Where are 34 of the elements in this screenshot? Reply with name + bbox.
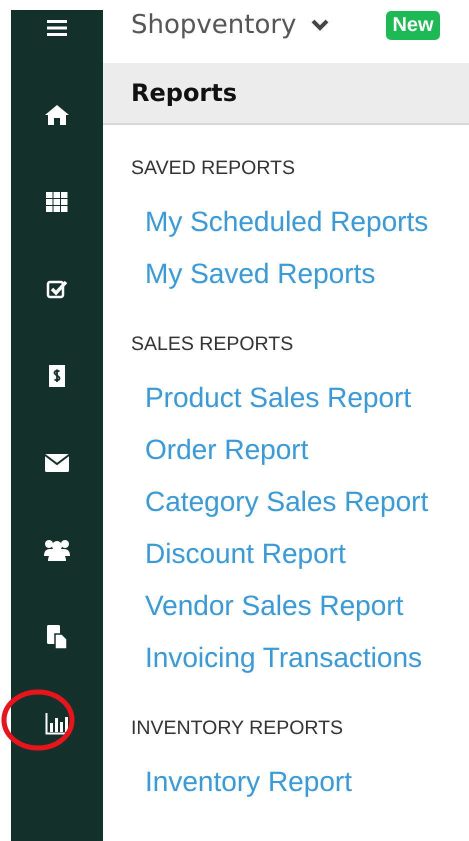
home-icon — [44, 104, 70, 126]
nav-button[interactable] — [44, 452, 70, 472]
nav-button[interactable] — [46, 278, 68, 298]
nav-button[interactable] — [46, 18, 68, 38]
receipt-icon — [48, 364, 66, 388]
envelope-icon — [44, 452, 70, 472]
documents-icon — [46, 624, 68, 650]
nav-button[interactable] — [46, 624, 68, 650]
nav-button[interactable] — [44, 104, 70, 126]
report-link[interactable]: Category Sales Report — [145, 476, 428, 528]
chevron-down-icon — [310, 18, 330, 32]
page-title: Reports — [131, 78, 238, 107]
nav-button[interactable] — [45, 712, 69, 734]
nav-button[interactable] — [46, 192, 68, 212]
store-selector[interactable]: Shopventory — [131, 10, 330, 40]
report-link[interactable]: Vendor Sales Report — [145, 580, 404, 632]
section-heading: INVENTORY REPORTS — [131, 717, 344, 740]
report-link[interactable]: Invoicing Transactions — [145, 632, 422, 684]
nav-button[interactable] — [43, 538, 71, 562]
report-link[interactable]: Order Report — [145, 424, 308, 476]
report-link[interactable]: Discount Report — [145, 528, 346, 580]
report-link[interactable]: Inventory Report — [145, 756, 352, 808]
report-link[interactable]: Product Sales Report — [145, 372, 412, 424]
report-link[interactable]: My Scheduled Reports — [145, 196, 428, 248]
grid-icon — [46, 192, 68, 212]
new-badge: New — [386, 10, 440, 40]
users-icon — [43, 538, 71, 562]
nav-button[interactable] — [48, 364, 66, 388]
section-heading: SALES REPORTS — [131, 333, 294, 356]
bar-chart-icon — [45, 712, 69, 734]
checkbox-icon — [46, 278, 68, 298]
section-heading: SAVED REPORTS — [131, 157, 295, 180]
menu-icon — [46, 18, 68, 38]
report-link[interactable]: My Saved Reports — [145, 248, 376, 300]
